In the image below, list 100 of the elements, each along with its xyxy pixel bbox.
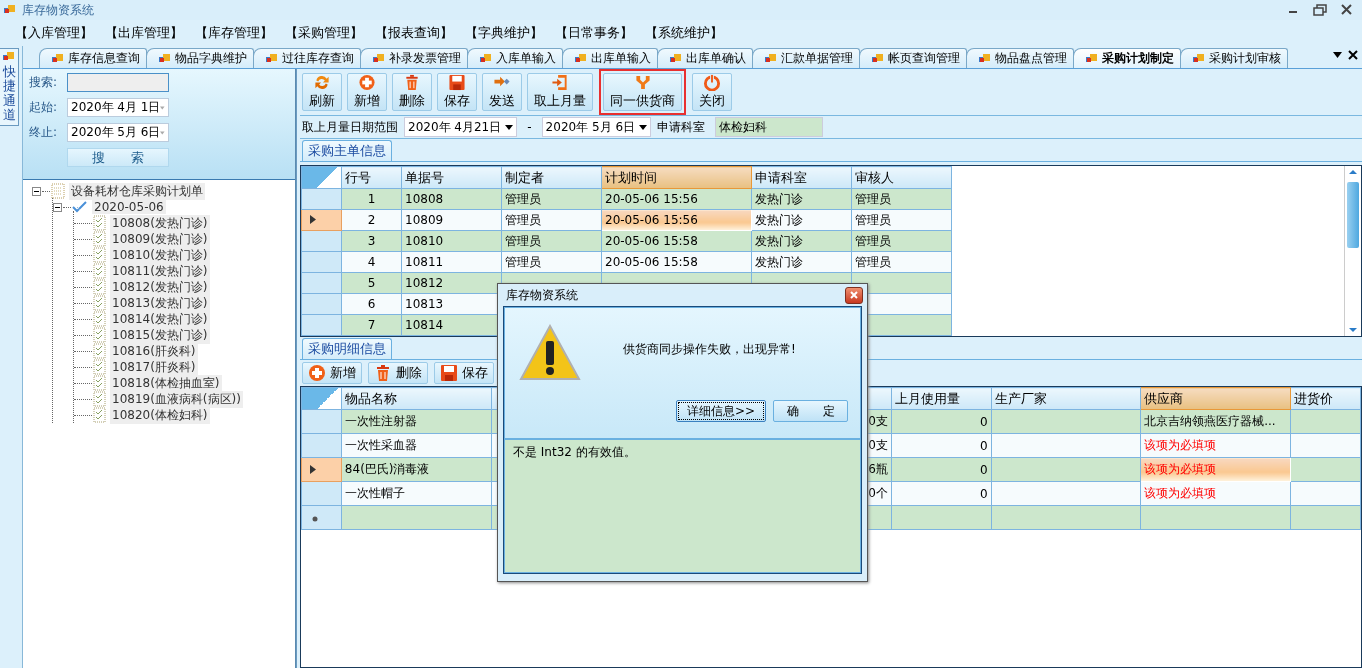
table-row[interactable]: 1 10808 管理员 20-05-06 15:56 发热门诊 管理员 xyxy=(301,188,952,210)
table-cell: 20-05-06 15:56 xyxy=(605,192,698,206)
toolbar-button[interactable]: 发送 xyxy=(482,73,522,111)
plus-icon xyxy=(308,364,326,382)
toolbar-button[interactable]: 删除 xyxy=(392,73,432,111)
tree-item[interactable]: 10819(血液病科(病区)) xyxy=(110,390,243,408)
tab[interactable]: 库存信息查询 xyxy=(39,48,147,68)
menu-item[interactable]: 【入库管理】 xyxy=(15,24,87,42)
toolbar-button[interactable]: 新增 xyxy=(347,73,387,111)
table-cell: 0 xyxy=(980,438,988,453)
collapse-icon[interactable] xyxy=(32,186,41,196)
tiles-icon xyxy=(480,53,492,64)
toolbar-button[interactable]: 取上月量 xyxy=(527,73,593,111)
menu-item[interactable]: 【系统维护】 xyxy=(645,24,717,42)
table-cell: 一次性帽子 xyxy=(344,486,405,500)
column-header[interactable]: 审核人 xyxy=(851,166,952,189)
column-header[interactable]: 单据号 xyxy=(401,166,502,189)
search-button[interactable]: 搜 索 xyxy=(67,148,169,167)
tab[interactable]: 补录发票管理 xyxy=(360,48,468,68)
close-icon[interactable] xyxy=(1348,50,1358,60)
field-label: 取上月量日期范围 xyxy=(302,118,398,136)
table-cell: 管理员 xyxy=(505,254,541,269)
table-cell: 10814 xyxy=(405,318,444,332)
group-title: 采购主单信息 xyxy=(302,140,392,161)
toolbar-button[interactable]: 关闭 xyxy=(692,73,732,111)
column-header[interactable]: 进货价 xyxy=(1290,387,1361,410)
menu-item[interactable]: 【报表查询】 xyxy=(375,24,447,42)
tab[interactable]: 过往库存查询 xyxy=(253,48,361,68)
tab[interactable]: 入库单输入 xyxy=(467,48,563,68)
column-header[interactable]: 生产厂家 xyxy=(991,387,1141,410)
table-cell: 0 xyxy=(980,462,988,477)
dialog-button[interactable]: 详细信息>> xyxy=(675,400,766,422)
column-header[interactable]: 上月使用量 xyxy=(891,387,992,410)
table-cell: 20-05-06 15:56 xyxy=(605,213,698,227)
table-cell: 管理员 xyxy=(855,233,891,248)
date-picker[interactable]: 2020年 4月 1日 xyxy=(67,98,169,117)
table-cell: 管理员 xyxy=(505,212,541,227)
column-header[interactable]: 申请科室 xyxy=(751,166,852,189)
table-row[interactable]: 2 10809 管理员 20-05-06 15:56 发热门诊 管理员 xyxy=(301,209,952,231)
scrollbar[interactable] xyxy=(1344,166,1361,336)
tree-item[interactable]: 10808(发热门诊) xyxy=(110,214,210,232)
toolbar-button[interactable]: 新增 xyxy=(302,362,362,384)
search-field[interactable] xyxy=(67,73,169,92)
column-header[interactable]: 计划时间 xyxy=(601,166,752,189)
tree-item[interactable]: 设备耗材仓库采购计划单 xyxy=(69,182,205,200)
import-icon xyxy=(551,74,569,91)
tab[interactable]: 采购计划制定 xyxy=(1073,48,1181,68)
date-picker[interactable]: 2020年 5月 6日 xyxy=(541,117,652,137)
tab[interactable]: 出库单输入 xyxy=(562,48,658,68)
table-cell: 发热门诊 xyxy=(755,233,803,248)
field-label: 搜索: xyxy=(29,74,59,91)
toolbar-button[interactable]: 保存 xyxy=(437,73,477,111)
checklist-icon xyxy=(93,279,106,295)
restore-icon[interactable] xyxy=(1313,4,1327,16)
dropdown-icon[interactable] xyxy=(1333,52,1342,58)
department-field[interactable]: 体检妇科 xyxy=(715,117,824,137)
table-row[interactable]: 4 10811 管理员 20-05-06 15:58 发热门诊 管理员 xyxy=(301,251,952,273)
column-header[interactable]: 物品名称 xyxy=(341,387,491,410)
tree-item[interactable]: 10818(体检抽血室) xyxy=(110,374,222,392)
dialog-button[interactable]: 确 定 xyxy=(773,400,848,422)
tab[interactable]: 物品字典维护 xyxy=(146,48,254,68)
dropdown-icon[interactable] xyxy=(639,124,648,130)
menu-item[interactable]: 【字典维护】 xyxy=(465,24,537,42)
toolbar-button[interactable]: 同一供货商 xyxy=(603,73,682,111)
table-cell: 管理员 xyxy=(855,212,891,227)
tab[interactable]: 物品盘点管理 xyxy=(966,48,1074,68)
side-tab[interactable]: 快捷通道 xyxy=(0,48,19,127)
close-button[interactable] xyxy=(845,286,863,304)
table-cell: 0支 xyxy=(868,438,888,452)
tab[interactable]: 帐页查询管理 xyxy=(859,48,967,68)
table-row[interactable]: 3 10810 管理员 20-05-06 15:58 发热门诊 管理员 xyxy=(301,230,952,252)
close-icon[interactable] xyxy=(1341,4,1352,15)
table-cell: 6 xyxy=(367,297,376,311)
toolbar-button[interactable]: 保存 xyxy=(434,362,494,384)
menu-item[interactable]: 【日常事务】 xyxy=(555,24,627,42)
tab[interactable]: 汇款单据管理 xyxy=(752,48,860,68)
tiles-icon xyxy=(3,52,15,62)
column-header[interactable]: 供应商 xyxy=(1140,387,1291,410)
column-header[interactable]: 制定者 xyxy=(501,166,602,189)
table-cell: 5 xyxy=(367,276,376,290)
dropdown-icon[interactable] xyxy=(505,124,514,130)
tab[interactable]: 出库单确认 xyxy=(657,48,753,68)
table-cell: 0个 xyxy=(868,486,888,500)
checklist-icon xyxy=(93,343,106,359)
collapse-icon[interactable] xyxy=(53,202,62,212)
menu-item[interactable]: 【采购管理】 xyxy=(285,24,357,42)
close-icon xyxy=(850,291,858,299)
tree-item[interactable]: 2020-05-06 xyxy=(92,200,166,214)
toolbar-button[interactable]: 删除 xyxy=(368,362,428,384)
refresh-icon xyxy=(313,74,331,91)
checklist-icon xyxy=(93,215,106,231)
toolbar-button[interactable]: 刷新 xyxy=(302,73,342,111)
table-cell: 10809 xyxy=(405,213,444,227)
date-picker[interactable]: 2020年 5月 6日 xyxy=(67,123,169,142)
date-picker[interactable]: 2020年 4月21日 xyxy=(404,117,518,137)
tiles-icon xyxy=(373,53,385,64)
tab[interactable]: 采购计划审核 xyxy=(1180,48,1288,68)
menu-item[interactable]: 【库存管理】 xyxy=(195,24,267,42)
menu-item[interactable]: 【出库管理】 xyxy=(105,24,177,42)
column-header[interactable]: 行号 xyxy=(341,166,402,189)
